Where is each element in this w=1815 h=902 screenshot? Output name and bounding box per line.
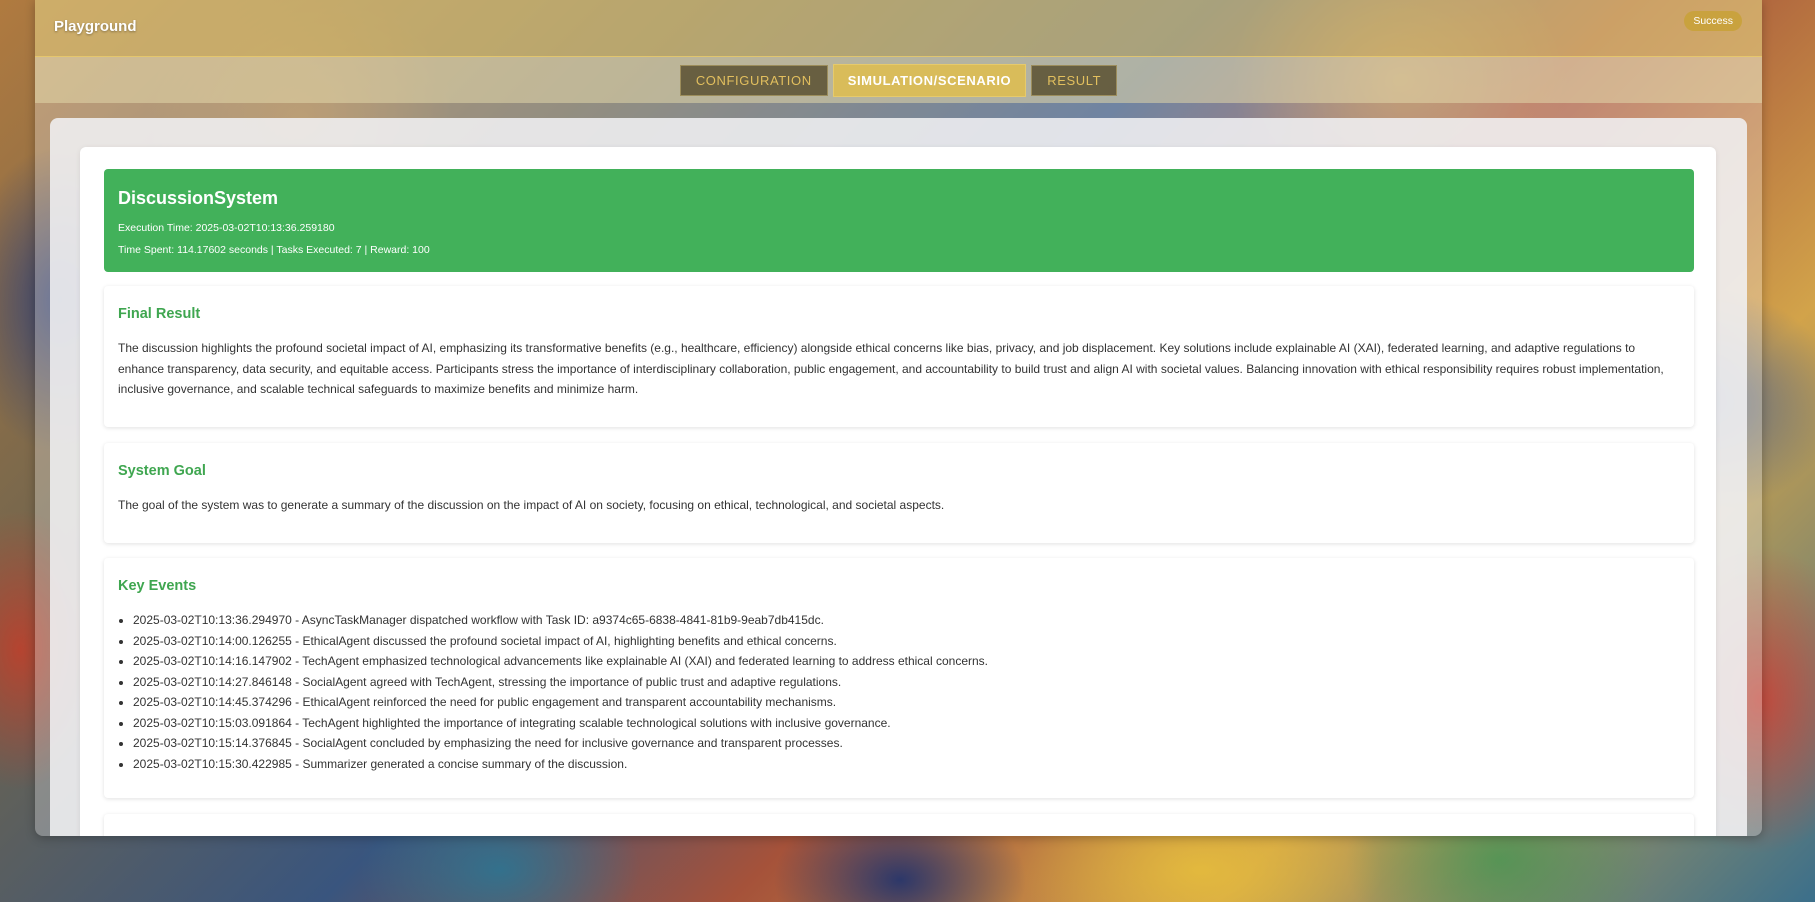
next-section-card bbox=[104, 814, 1694, 836]
list-item: 2025-03-02T10:15:14.376845 - SocialAgent… bbox=[133, 733, 1680, 754]
run-stats: Time Spent: 114.17602 seconds | Tasks Ex… bbox=[118, 244, 430, 256]
summary-banner: DiscussionSystem Execution Time: 2025-03… bbox=[104, 169, 1694, 272]
list-item: 2025-03-02T10:14:00.126255 - EthicalAgen… bbox=[133, 631, 1680, 652]
app-header: Playground Success bbox=[35, 0, 1762, 57]
status-badge: Success bbox=[1684, 11, 1742, 31]
app-window: Playground Success CONFIGURATION SIMULAT… bbox=[35, 0, 1762, 836]
list-item: 2025-03-02T10:14:27.846148 - SocialAgent… bbox=[133, 672, 1680, 693]
tab-result[interactable]: RESULT bbox=[1031, 64, 1118, 96]
list-item: 2025-03-02T10:13:36.294970 - AsyncTaskMa… bbox=[133, 610, 1680, 631]
key-events-list: 2025-03-02T10:13:36.294970 - AsyncTaskMa… bbox=[104, 610, 1680, 774]
system-goal-text: The goal of the system was to generate a… bbox=[118, 498, 945, 512]
app-title: Playground bbox=[54, 18, 137, 35]
final-result-heading: Final Result bbox=[118, 306, 201, 322]
execution-time: Execution Time: 2025-03-02T10:13:36.2591… bbox=[118, 222, 335, 234]
final-result-card: Final Result The discussion highlights t… bbox=[104, 286, 1694, 427]
system-goal-heading: System Goal bbox=[118, 463, 206, 479]
system-name: DiscussionSystem bbox=[118, 188, 279, 208]
list-item: 2025-03-02T10:15:30.422985 - Summarizer … bbox=[133, 754, 1680, 775]
content-area[interactable]: DiscussionSystem Execution Time: 2025-03… bbox=[50, 118, 1747, 836]
tab-configuration[interactable]: CONFIGURATION bbox=[679, 64, 828, 96]
final-result-text: The discussion highlights the profound s… bbox=[118, 341, 1664, 396]
list-item: 2025-03-02T10:15:03.091864 - TechAgent h… bbox=[133, 713, 1680, 734]
list-item: 2025-03-02T10:14:16.147902 - TechAgent e… bbox=[133, 651, 1680, 672]
key-events-heading: Key Events bbox=[118, 578, 197, 594]
list-item: 2025-03-02T10:14:45.374296 - EthicalAgen… bbox=[133, 692, 1680, 713]
result-panel: DiscussionSystem Execution Time: 2025-03… bbox=[80, 147, 1716, 836]
tab-simulation-scenario[interactable]: SIMULATION/SCENARIO bbox=[832, 63, 1027, 97]
key-events-card: Key Events 2025-03-02T10:13:36.294970 - … bbox=[104, 558, 1694, 798]
system-goal-card: System Goal The goal of the system was t… bbox=[104, 443, 1694, 543]
tab-bar: CONFIGURATION SIMULATION/SCENARIO RESULT bbox=[35, 57, 1762, 103]
